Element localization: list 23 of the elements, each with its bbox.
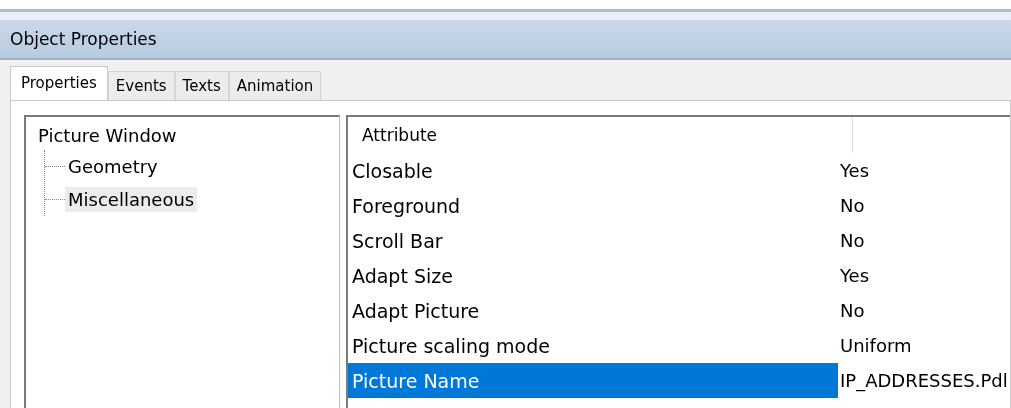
tab[interactable]: Properties (10, 66, 108, 100)
column-header: Attribute (362, 125, 438, 145)
value-cell-text: Uniform (839, 335, 912, 356)
tree-item[interactable]: Miscellaneous (65, 187, 198, 212)
tab[interactable]: Events (107, 71, 175, 100)
value-cell-text: IP_ADDRESSES.Pdl (839, 370, 1008, 391)
attribute-cell[interactable]: Picture scaling mode (348, 328, 838, 363)
attribute-cell[interactable]: Adapt Picture (348, 293, 838, 328)
window-title: Object Properties (10, 29, 157, 49)
attribute-cell[interactable]: Adapt Size (348, 258, 838, 293)
attribute-cell[interactable]: Scroll Bar (348, 223, 838, 258)
tab[interactable]: Texts (174, 71, 229, 100)
value-cell-text: No (839, 300, 865, 321)
attribute-cell[interactable]: Picture Name (348, 363, 838, 398)
tab[interactable]: Animation (228, 71, 322, 100)
value-cell-text: Yes (839, 265, 870, 286)
value-cell-text: Yes (839, 160, 870, 181)
attribute-cell[interactable]: Foreground (348, 188, 838, 223)
tree-item[interactable]: Geometry (65, 154, 161, 179)
tree-item[interactable]: Picture Window (35, 123, 180, 148)
value-cell-text: No (839, 230, 865, 251)
attribute-cell[interactable]: Closable (348, 153, 838, 188)
value-cell-text: No (839, 195, 865, 216)
